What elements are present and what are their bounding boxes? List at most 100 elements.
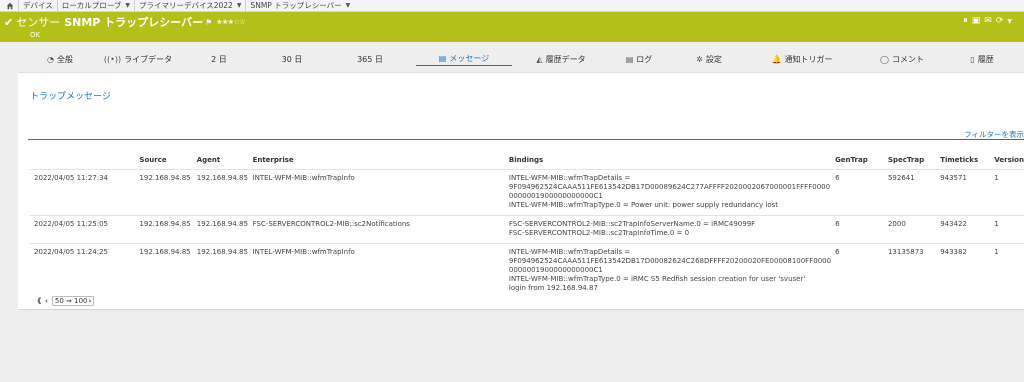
log-icon: ▤ — [625, 54, 634, 64]
tab-comments[interactable]: ◯ コメント — [854, 52, 950, 66]
cell-time: 2022/04/05 11:24:25 — [30, 242, 136, 298]
table-row[interactable]: 2022/04/05 11:27:34 192.168.94.85 192.16… — [30, 168, 1024, 215]
breadcrumb-item-probe[interactable]: ローカルプローブ ▼ — [58, 0, 135, 12]
pagination: 《 ‹ 50 ⇒ 100 › — [34, 296, 95, 306]
chevron-down-icon[interactable]: ▼ — [1007, 18, 1012, 26]
tab-2-days[interactable]: 2 日 — [184, 52, 254, 66]
header-toolbar: ⏸ ▣ ✉ ⟳ ▼ — [963, 16, 1012, 26]
column-header-gentrap[interactable]: GenTrap — [831, 151, 884, 169]
tab-messages[interactable]: ▤ メッセージ — [416, 52, 512, 66]
cell-gentrap: 6 — [831, 242, 884, 298]
cell-spectrap: 13135873 — [883, 242, 937, 298]
cell-spectrap: 2000 — [883, 214, 937, 243]
cell-source: 192.168.94.85 — [135, 242, 193, 298]
cell-version: 1 — [990, 168, 1024, 215]
breadcrumb: デバイス ローカルプローブ ▼ プライマリーデバイス2022 ▼ SNMP トラップ… — [0, 0, 1024, 12]
sensor-header: ✔ センサー SNMP トラップレシーバー ⚑ ★★★☆☆ OK ⏸ ▣ ✉ ⟳… — [0, 12, 1024, 42]
cell-time: 2022/04/05 11:27:34 — [30, 168, 136, 215]
binding-line: 9F094962524CAAA511FE613542DB17D00089624C… — [508, 182, 831, 191]
column-header-source[interactable]: Source — [135, 151, 192, 169]
comment-icon: ◯ — [880, 54, 889, 64]
cell-timeticks: 943422 — [936, 214, 991, 243]
cell-bindings: FSC-SERVERCONTROL2-MIB::sc2TrapInfoServe… — [504, 214, 832, 243]
home-icon[interactable] — [4, 0, 19, 12]
cell-bindings: INTEL-WFM-MIB::wfmTrapDetails = 9F094962… — [504, 168, 832, 215]
first-page-button[interactable]: 《 — [34, 296, 41, 306]
binding-line: 0000001900000000000C1 — [508, 191, 603, 200]
cell-agent: 192.168.94.85 — [192, 168, 249, 215]
check-icon: ✔ — [4, 15, 14, 29]
column-header-time[interactable] — [30, 151, 135, 169]
flag-icon[interactable]: ⚑ — [205, 18, 212, 27]
column-header-agent[interactable]: Agent — [193, 151, 249, 169]
refresh-icon[interactable]: ⟳ — [996, 16, 1004, 26]
gauge-icon: ◔ — [47, 54, 54, 64]
cell-enterprise: INTEL-WFM-MIB::wfmTrapInfo — [248, 168, 505, 215]
cell-version: 1 — [990, 242, 1024, 298]
tab-settings[interactable]: ✲ 設定 — [668, 52, 750, 66]
tab-log[interactable]: ▤ ログ — [610, 52, 668, 66]
cell-spectrap: 592641 — [883, 168, 937, 215]
area-chart-icon: ◭ — [536, 54, 543, 64]
binding-line: FSC-SERVERCONTROL2-MIB::sc2TrapInfoServe… — [508, 219, 756, 228]
cell-timeticks: 943571 — [936, 168, 991, 215]
prev-page-button[interactable]: ‹ — [45, 297, 48, 305]
cell-gentrap: 6 — [831, 214, 884, 243]
mail-icon[interactable]: ✉ — [984, 16, 992, 26]
binding-line: FSC-SERVERCONTROL2-MIB::sc2TrapInfoTime.… — [508, 228, 690, 237]
binding-line: INTEL-WFM-MIB::wfmTrapType.0 = Power uni… — [508, 200, 778, 209]
history-icon: ▯ — [970, 54, 975, 64]
cell-source: 192.168.94.85 — [135, 168, 193, 215]
status-badge: OK — [30, 31, 41, 39]
tab-notification-triggers[interactable]: 🔔 通知トリガー — [750, 52, 854, 66]
page-title: ✔ センサー SNMP トラップレシーバー ⚑ ★★★☆☆ — [4, 14, 246, 30]
tab-bar: ◔ 全般 ((•)) ライブデータ 2 日 30 日 365 日 ▤ メッセージ ◭ 履… — [28, 52, 1024, 66]
priority-stars[interactable]: ★★★☆☆ — [216, 18, 245, 26]
binding-line: login from 192.168.94.87 — [508, 283, 598, 292]
panel-title: トラップメッセージ — [30, 92, 111, 102]
cell-version: 1 — [990, 214, 1024, 243]
chevron-down-icon[interactable]: ▼ — [125, 2, 130, 9]
tab-historic-data[interactable]: ◭ 履歴データ — [512, 52, 610, 66]
cell-timeticks: 943382 — [936, 242, 991, 298]
document-icon[interactable]: ▣ — [972, 16, 981, 26]
gear-icon: ✲ — [696, 54, 703, 64]
cell-time: 2022/04/05 11:25:05 — [30, 214, 136, 243]
message-icon: ▤ — [438, 54, 447, 63]
trap-table: Source Agent Enterprise Bindings GenTrap… — [30, 151, 1024, 298]
page-size-selector[interactable]: 50 ⇒ 100 › — [51, 296, 95, 306]
sensor-kind: センサー — [16, 16, 61, 29]
cell-bindings: INTEL-WFM-MIB::wfmTrapDetails = 9F094962… — [504, 242, 832, 298]
column-header-spectrap[interactable]: SpecTrap — [884, 151, 936, 169]
table-row[interactable]: 2022/04/05 11:25:05 192.168.94.85 192.16… — [30, 214, 1024, 243]
breadcrumb-item-device[interactable]: プライマリーデバイス2022 ▼ — [135, 0, 247, 12]
cell-agent: 192.168.94.85 — [192, 242, 249, 298]
live-signal-icon: ((•)) — [103, 54, 122, 64]
binding-line: 9F094962524CAAA511FE613542DB17D00082624C… — [508, 256, 832, 265]
chevron-down-icon[interactable]: ▼ — [237, 2, 242, 9]
table-row[interactable]: 2022/04/05 11:24:25 192.168.94.85 192.16… — [30, 242, 1024, 298]
next-page-button[interactable]: › — [88, 297, 91, 305]
column-header-enterprise[interactable]: Enterprise — [249, 151, 505, 169]
column-header-bindings[interactable]: Bindings — [505, 151, 831, 169]
pause-icon[interactable]: ⏸ — [963, 16, 968, 26]
trap-messages-panel: トラップメッセージ フィルターを表示 Source Agent Enterpri… — [18, 72, 1024, 310]
tab-history[interactable]: ▯ 履歴 — [950, 52, 1014, 66]
table-header-row: Source Agent Enterprise Bindings GenTrap… — [30, 151, 1024, 169]
tab-overview[interactable]: ◔ 全般 — [28, 52, 92, 66]
divider — [28, 139, 1024, 140]
tab-30-days[interactable]: 30 日 — [254, 52, 330, 66]
column-header-version[interactable]: Version — [990, 151, 1024, 169]
cell-enterprise: INTEL-WFM-MIB::wfmTrapInfo — [248, 242, 505, 298]
binding-line: 0000001900000000000C1 — [508, 265, 603, 274]
cell-agent: 192.168.94.85 — [192, 214, 249, 243]
bell-icon: 🔔 — [771, 54, 782, 64]
cell-source: 192.168.94.85 — [135, 214, 193, 243]
breadcrumb-item-devices[interactable]: デバイス — [19, 0, 58, 12]
breadcrumb-item-sensor[interactable]: SNMP トラップレシーバー ▼ — [246, 0, 354, 12]
chevron-down-icon[interactable]: ▼ — [346, 2, 351, 9]
tab-live-data[interactable]: ((•)) ライブデータ — [92, 52, 184, 66]
column-header-timeticks[interactable]: Timeticks — [936, 151, 990, 169]
tab-365-days[interactable]: 365 日 — [330, 52, 410, 66]
cell-gentrap: 6 — [831, 168, 884, 215]
